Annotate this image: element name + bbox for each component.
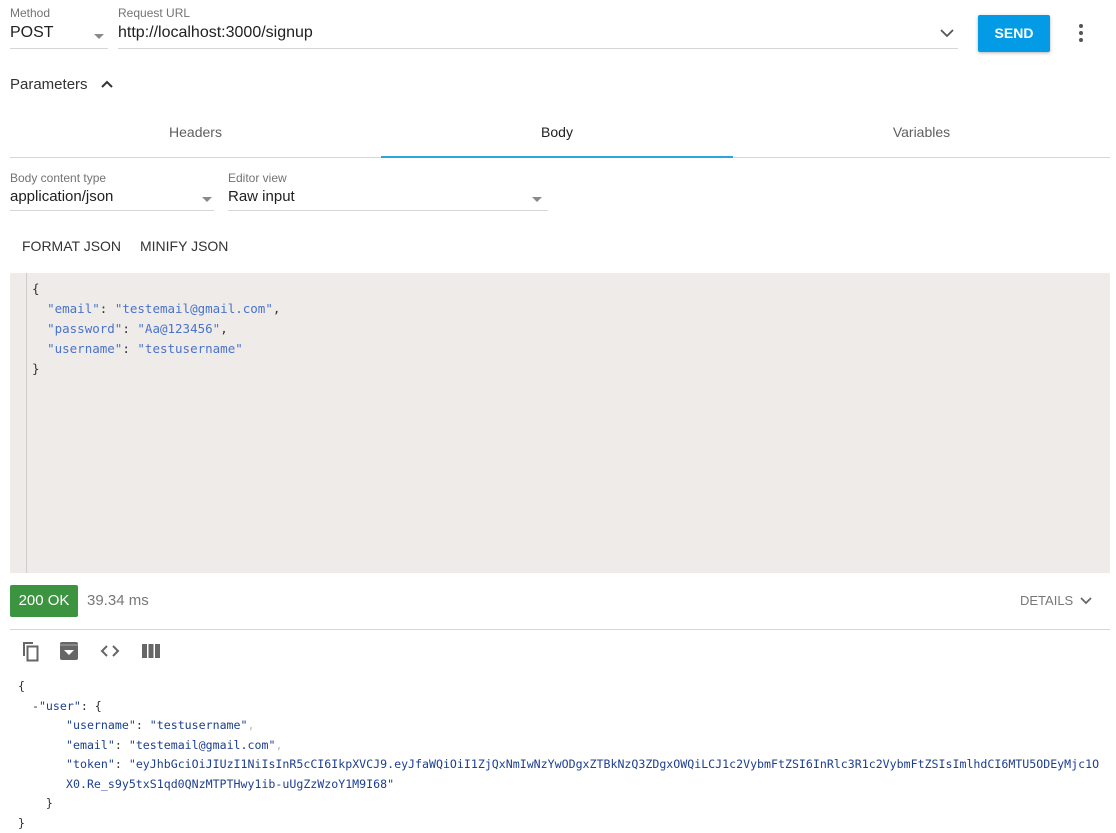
comma: ,: [220, 321, 228, 336]
send-label: SEND: [995, 25, 1034, 41]
code-line: "email": "testemail@gmail.com",: [32, 299, 280, 319]
code-line: {: [18, 677, 1100, 697]
chevron-down-icon: [1080, 597, 1092, 605]
colon: :: [115, 757, 129, 771]
colon: :: [115, 738, 129, 752]
status-badge: 200 OK: [10, 585, 78, 617]
chevron-down-icon[interactable]: [940, 28, 954, 38]
dropdown-caret-icon: [202, 197, 212, 202]
url-label: Request URL: [118, 6, 958, 20]
comma: ,: [248, 718, 255, 732]
code-line: "password": "Aa@123456",: [32, 319, 280, 339]
brace: }: [32, 361, 40, 376]
brace: }: [18, 816, 25, 830]
divider: [10, 629, 1110, 630]
brace: {: [18, 679, 25, 693]
tab-label: Headers: [169, 124, 222, 140]
copy-icon[interactable]: [19, 640, 41, 662]
code-line: "email": "testemail@gmail.com",: [18, 736, 1100, 756]
tab-label: Body: [541, 124, 573, 140]
json-key: "email": [47, 301, 100, 316]
code-line: }: [18, 814, 1100, 833]
parameters-label: Parameters: [10, 76, 88, 93]
response-body: { -"user": {"username": "testusername","…: [18, 677, 1100, 833]
code-icon[interactable]: [99, 640, 121, 662]
editor-view-select[interactable]: Editor view Raw input: [228, 171, 548, 211]
json-value: "testemail@gmail.com": [115, 301, 273, 316]
code-line: "username": "testusername": [32, 339, 280, 359]
colon: :: [100, 301, 115, 316]
json-value: "Aa@123456": [137, 321, 220, 336]
colon: : {: [81, 699, 102, 713]
body-content-type-select[interactable]: Body content type application/json: [10, 171, 214, 211]
save-icon[interactable]: [58, 640, 80, 662]
indent: [32, 321, 47, 336]
comma: ,: [273, 301, 281, 316]
tab-headers[interactable]: Headers: [10, 112, 381, 158]
indent: [32, 301, 47, 316]
json-key: "email": [66, 738, 115, 752]
method-select[interactable]: Method POST: [10, 6, 108, 49]
content-type-label: Body content type: [10, 171, 214, 185]
editor-gutter: [26, 273, 27, 573]
editor-view-label: Editor view: [228, 171, 548, 185]
code-line: -"user": {: [18, 697, 1100, 717]
tab-variables[interactable]: Variables: [733, 112, 1110, 158]
json-key: "user": [39, 699, 81, 713]
code-line: }: [32, 359, 280, 379]
tab-body[interactable]: Body: [381, 112, 733, 158]
method-label: Method: [10, 6, 108, 20]
json-key: "username": [66, 718, 136, 732]
json-value: "testemail@gmail.com": [129, 738, 276, 752]
minify-json-button[interactable]: MINIFY JSON: [140, 238, 228, 254]
body-editor[interactable]: { "email": "testemail@gmail.com", "passw…: [10, 273, 1110, 573]
json-key: "password": [47, 321, 122, 336]
parameters-toggle[interactable]: Parameters: [10, 76, 114, 93]
url-input[interactable]: http://localhost:3000/signup: [118, 24, 958, 49]
dropdown-caret-icon: [532, 197, 542, 202]
code-line: {: [32, 279, 280, 299]
json-value: "eyJhbGciOiJIUzI1NiIsInR5cCI6IkpXVCJ9.ey…: [66, 757, 1099, 791]
tab-label: Variables: [893, 124, 950, 140]
json-value: "testusername": [150, 718, 248, 732]
colon: :: [136, 718, 150, 732]
indent: [32, 341, 47, 356]
body-code[interactable]: { "email": "testemail@gmail.com", "passw…: [32, 279, 280, 379]
code-line: "username": "testusername",: [18, 716, 1100, 736]
code-line: "token": "eyJhbGciOiJIUzI1NiIsInR5cCI6Ik…: [18, 755, 1100, 794]
more-vert-icon[interactable]: [1076, 22, 1086, 44]
json-key: "token": [66, 757, 115, 771]
columns-icon[interactable]: [140, 640, 162, 662]
dropdown-caret-icon: [94, 34, 104, 39]
code-line: }: [18, 794, 1100, 814]
brace: }: [18, 796, 53, 810]
send-button[interactable]: SEND: [978, 15, 1050, 52]
brace: {: [32, 281, 40, 296]
format-json-button[interactable]: FORMAT JSON: [22, 238, 121, 254]
details-label: DETAILS: [1020, 593, 1073, 608]
chevron-up-icon: [100, 79, 114, 89]
response-time: 39.34 ms: [87, 592, 149, 609]
collapse-toggle: -: [18, 699, 39, 713]
json-value: "testusername": [137, 341, 242, 356]
comma: ,: [275, 738, 282, 752]
details-button[interactable]: DETAILS: [1020, 593, 1092, 608]
content-type-value: application/json: [10, 188, 214, 211]
url-field[interactable]: Request URL http://localhost:3000/signup: [118, 6, 958, 49]
colon: :: [122, 321, 137, 336]
colon: :: [122, 341, 137, 356]
json-key: "username": [47, 341, 122, 356]
editor-view-value: Raw input: [228, 188, 548, 211]
